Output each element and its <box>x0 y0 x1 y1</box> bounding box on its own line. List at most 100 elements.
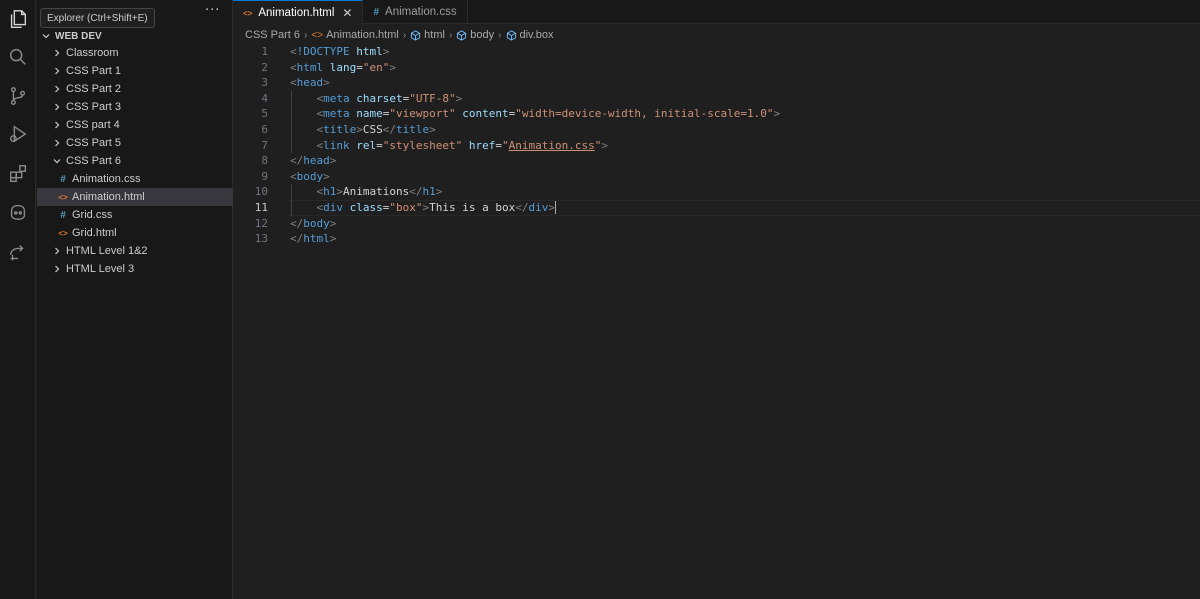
code-line[interactable]: <head> <box>290 75 1190 91</box>
breadcrumb: CSS Part 6 › <> Animation.html › html › … <box>245 27 554 43</box>
tree-folder[interactable]: CSS Part 1 <box>37 62 233 80</box>
code-line[interactable]: </body> <box>290 216 1190 232</box>
explorer-tooltip: Explorer (Ctrl+Shift+E) <box>40 8 155 28</box>
code-token: </ <box>515 200 529 214</box>
tree-item-label: CSS part 4 <box>66 119 120 131</box>
code-token: meta <box>323 107 357 121</box>
more-actions-button[interactable]: ··· <box>205 3 220 18</box>
editor-tabs: <> Animation.html ✕ # Animation.css <box>233 0 1200 25</box>
tree-item-label: CSS Part 1 <box>66 65 122 77</box>
code-token: div <box>528 200 549 214</box>
code-token: < <box>290 60 297 74</box>
tree-folder[interactable]: CSS Part 3 <box>37 98 233 116</box>
explorer-sidebar: ··· WEB DEV Classroom CSS Part 1 CSS Part … <box>37 0 233 599</box>
code-token: link <box>323 138 357 152</box>
code-token: > <box>382 45 390 58</box>
tree-file[interactable]: # Animation.css <box>37 170 233 188</box>
breadcrumb-body[interactable]: body <box>470 29 494 41</box>
chevron-right-icon <box>51 65 63 77</box>
tree-item-label: HTML Level 3 <box>66 263 135 275</box>
line-number: 7 <box>261 138 268 152</box>
tree-item-label: CSS Part 5 <box>66 137 122 149</box>
remote-explorer-icon[interactable] <box>0 234 36 272</box>
tree-folder[interactable]: CSS Part 2 <box>37 80 233 98</box>
code-line[interactable]: </html> <box>290 231 1190 247</box>
code-token: title <box>396 122 430 136</box>
chevron-right-icon <box>51 47 63 59</box>
tree-folder[interactable]: CSS Part 6 <box>37 152 233 170</box>
breadcrumb-html[interactable]: html <box>424 29 445 41</box>
code-token: > <box>329 216 337 230</box>
chevron-right-icon: › <box>498 29 502 41</box>
code-token: > <box>455 91 463 105</box>
code-token: charset <box>356 91 403 105</box>
chevron-down-icon <box>40 30 52 42</box>
chevron-right-icon: › <box>448 29 453 41</box>
code-token: > <box>429 122 436 136</box>
code-line[interactable]: <!DOCTYPE html> <box>290 44 1190 60</box>
code-line[interactable]: </head> <box>290 153 1190 169</box>
text-cursor <box>554 201 556 215</box>
explorer-icon[interactable] <box>0 0 36 38</box>
code-token: > <box>329 154 337 168</box>
tree-file[interactable]: # Grid.css <box>37 206 233 224</box>
code-token: div <box>323 200 350 214</box>
source-control-icon[interactable] <box>0 77 36 115</box>
code-line[interactable]: <div class="box">This is a box</div> <box>290 200 1190 216</box>
code-token: > <box>323 76 330 90</box>
workspace-header[interactable]: WEB DEV <box>37 27 233 45</box>
tree-folder[interactable]: CSS part 4 <box>37 116 233 134</box>
tree-folder[interactable]: Classroom <box>37 44 233 62</box>
code-editor[interactable]: 1 2 3 4 5 6 7 8 9 10 11 12 13 <!DOCTYPE html> <html l… <box>234 44 1200 599</box>
code-token: = <box>495 138 502 152</box>
breadcrumb-folder[interactable]: CSS Part 6 <box>245 29 300 41</box>
code-token: > <box>548 200 555 214</box>
editor-tab[interactable]: <> Animation.html ✕ <box>233 0 364 25</box>
tree-folder[interactable]: HTML Level 3 <box>37 260 233 278</box>
search-icon[interactable] <box>0 38 36 76</box>
code-token: > <box>773 107 781 121</box>
editor-tab[interactable]: # Animation.css <box>363 0 468 24</box>
chevron-right-icon <box>51 263 63 275</box>
code-line[interactable]: <link rel="stylesheet" href="Animation.c… <box>290 138 1190 154</box>
extensions-icon[interactable] <box>0 155 36 193</box>
run-debug-icon[interactable] <box>0 115 36 153</box>
tree-item-label: Classroom <box>66 47 119 59</box>
code-token: "box" <box>389 200 423 214</box>
code-lines[interactable]: <!DOCTYPE html> <html lang="en"> <head> <m… <box>290 44 1190 247</box>
code-token: Animations <box>343 185 410 199</box>
code-token: h1 <box>323 185 337 199</box>
chevron-down-icon <box>51 155 63 167</box>
code-line[interactable]: <body> <box>290 169 1190 185</box>
code-token: "en" <box>362 60 390 74</box>
code-line[interactable]: <h1>Animations</h1> <box>290 184 1190 200</box>
code-token: "UTF-8" <box>409 91 456 105</box>
code-token: meta <box>323 91 357 105</box>
code-line[interactable]: <html lang="en"> <box>290 60 1190 76</box>
code-token: head <box>296 76 324 90</box>
code-token: name <box>356 107 383 121</box>
breadcrumb-file[interactable]: Animation.html <box>326 29 399 41</box>
tree-folder[interactable]: HTML Level 1&2 <box>37 242 233 260</box>
close-icon[interactable]: ✕ <box>342 6 352 20</box>
tree-file[interactable]: <> Grid.html <box>37 224 233 242</box>
code-token: body <box>303 216 330 230</box>
code-token: head <box>303 154 330 168</box>
copilot-icon[interactable] <box>0 193 36 231</box>
code-line[interactable]: <meta name="viewport" content="width=dev… <box>290 106 1190 122</box>
tree-file[interactable]: <> Animation.html <box>37 188 233 206</box>
code-line[interactable]: <meta charset="UTF-8"> <box>290 91 1190 107</box>
tree-folder[interactable]: CSS Part 5 <box>37 134 233 152</box>
html-file-icon: <> <box>311 29 324 41</box>
code-token: > <box>356 122 363 136</box>
code-token: html <box>356 45 383 58</box>
tree-item-label: Grid.html <box>72 227 117 239</box>
code-token: </ <box>290 154 304 168</box>
line-number: 8 <box>261 154 268 168</box>
breadcrumb-div[interactable]: div.box <box>520 29 554 41</box>
code-line[interactable]: <title>CSS</title> <box>290 122 1190 138</box>
